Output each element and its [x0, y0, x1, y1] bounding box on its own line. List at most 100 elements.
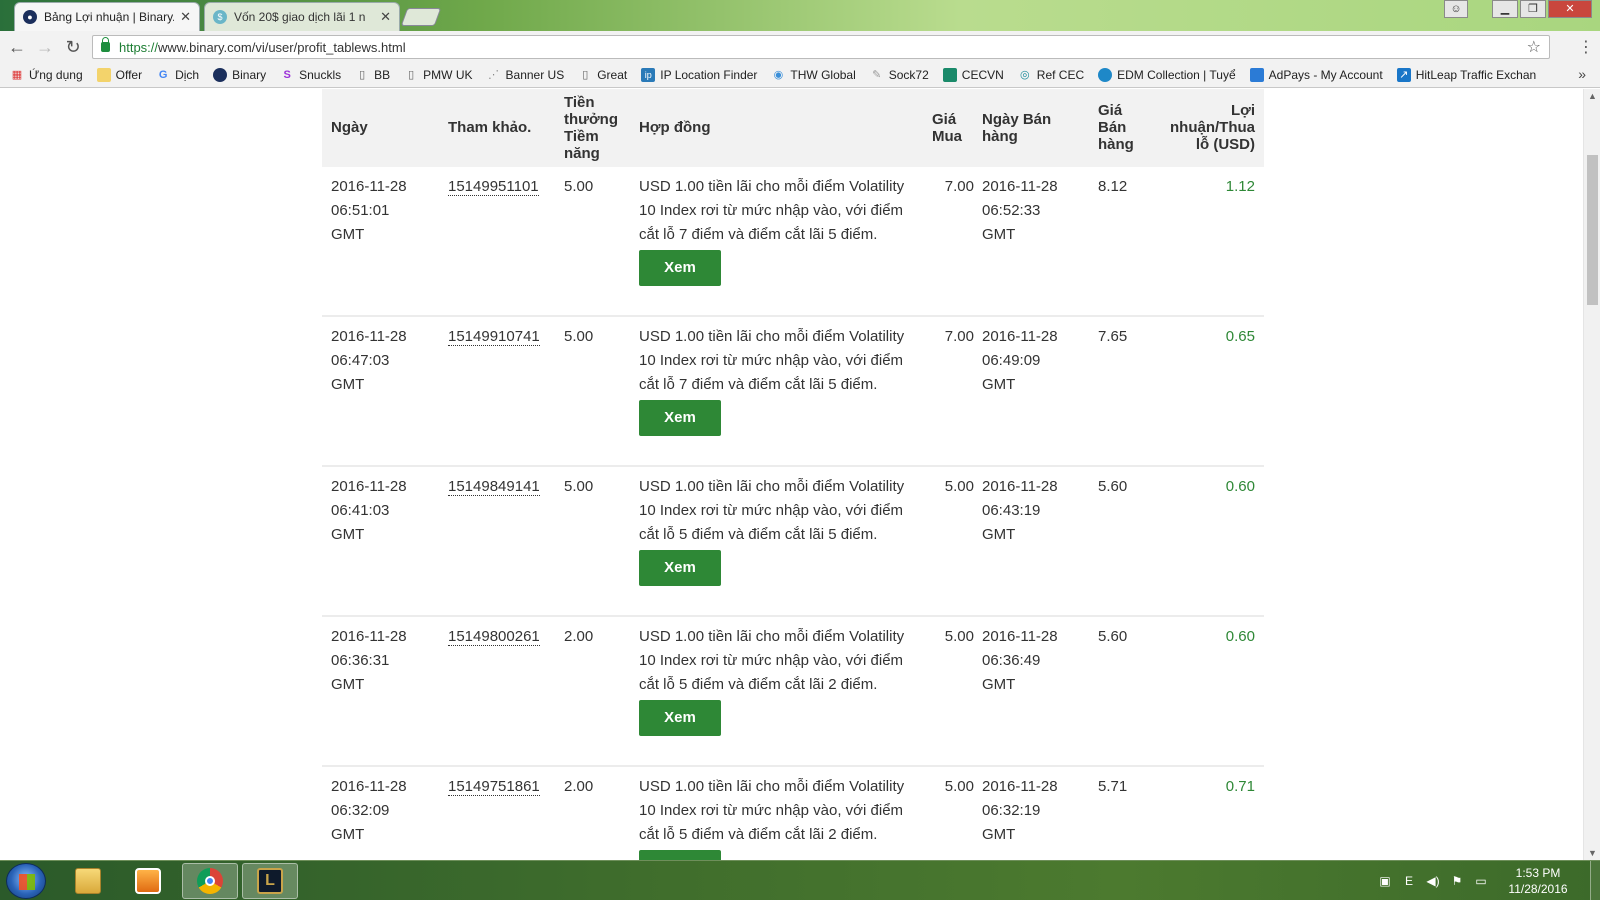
- ref-link[interactable]: 15149849141: [448, 478, 540, 496]
- google-icon: G: [158, 68, 168, 81]
- taskbar-item[interactable]: [60, 863, 116, 899]
- restore-icon[interactable]: ❐: [1520, 0, 1546, 18]
- banner-icon: ⋰: [488, 68, 500, 81]
- bookmark-label: CECVN: [961, 67, 1004, 82]
- taskbar-item[interactable]: L: [242, 863, 298, 899]
- bookmark-item[interactable]: G Dịch: [156, 68, 199, 82]
- ref-cell: 15149751861: [448, 775, 540, 799]
- bookmark-item[interactable]: ip IP Location Finder: [641, 67, 758, 82]
- close-tab-icon[interactable]: ✕: [180, 9, 191, 25]
- network-icon[interactable]: ▭: [1474, 874, 1488, 888]
- bookmark-item[interactable]: EDM Collection | Tuyể: [1098, 67, 1236, 82]
- action-center-flag-icon[interactable]: ⚑: [1450, 874, 1464, 888]
- forward-arrow-icon[interactable]: →: [34, 36, 56, 58]
- clock-date: 11/28/2016: [1508, 882, 1568, 896]
- bookmark-item[interactable]: ▯ BB: [355, 68, 390, 82]
- language-icon[interactable]: E: [1402, 874, 1416, 888]
- bookmark-item[interactable]: ▯ PMW UK: [404, 68, 472, 82]
- bookmark-label: IP Location Finder: [660, 67, 758, 82]
- table-row: 2016-11-28 06:47:03 GMT 15149910741 5.00…: [322, 317, 1264, 467]
- bookmark-label: Ref CEC: [1036, 67, 1085, 82]
- start-button[interactable]: [6, 863, 46, 899]
- bookmark-item[interactable]: ▦ Ứng dụng: [10, 68, 83, 82]
- view-button[interactable]: Xem: [639, 700, 721, 736]
- tab-von-20[interactable]: $ Vốn 20$ giao dịch lãi 1 n ✕: [204, 2, 400, 31]
- table-row: 2016-11-28 06:32:09 GMT 15149751861 2.00…: [322, 767, 1264, 860]
- bookmark-item[interactable]: CECVN: [942, 67, 1004, 82]
- buy-price-cell: 7.00: [944, 328, 974, 345]
- view-button[interactable]: Xem: [639, 850, 721, 860]
- timezone-text: GMT: [982, 826, 1016, 843]
- contract-cell: USD 1.00 tiền lãi cho mỗi điểm Volatilit…: [639, 175, 919, 286]
- bookmark-item[interactable]: S Snuckls: [280, 68, 341, 82]
- ref-link[interactable]: 15149800261: [448, 628, 540, 646]
- bookmark-label: HitLeap Traffic Exchan: [1415, 67, 1537, 82]
- view-button[interactable]: Xem: [639, 250, 721, 286]
- timezone-text: GMT: [331, 526, 365, 543]
- tab-strip: ● Bảng Lợi nhuận | Binary.c ✕ $ Vốn 20$ …: [0, 0, 1600, 31]
- bookmark-item[interactable]: ◎ Ref CEC: [1018, 68, 1084, 82]
- bookmark-item[interactable]: ⋰ Banner US: [487, 68, 564, 82]
- page-scrollbar[interactable]: ▲ ▼: [1583, 89, 1600, 860]
- binary-favicon-icon: ●: [23, 10, 37, 24]
- time-text: 06:51:01: [331, 202, 390, 219]
- bookmark-item[interactable]: ◉ THW Global: [771, 67, 856, 82]
- clock[interactable]: 1:53 PM 11/28/2016: [1498, 865, 1578, 897]
- bookmark-item[interactable]: AdPays - My Account: [1249, 67, 1383, 82]
- header-date: Ngày: [331, 119, 368, 136]
- sell-price-cell: 7.65: [1098, 328, 1128, 345]
- volume-icon[interactable]: ◀): [1426, 874, 1440, 888]
- network-adapter-icon[interactable]: ▣: [1378, 874, 1392, 888]
- view-button[interactable]: Xem: [639, 400, 721, 436]
- bookmark-label: THW Global: [790, 67, 856, 82]
- show-desktop-button[interactable]: [1590, 861, 1600, 900]
- sell-price-cell: 5.60: [1098, 478, 1128, 495]
- window-close-icon[interactable]: ✕: [1548, 0, 1592, 18]
- hitleap-icon: ↗: [1396, 67, 1411, 82]
- time-text: 06:36:31: [331, 652, 390, 669]
- header-contract: Hợp đồng: [639, 119, 711, 136]
- more-bookmarks-icon[interactable]: »: [1578, 66, 1586, 82]
- tab-title: Bảng Lợi nhuận | Binary.c: [44, 10, 175, 24]
- page-viewport: Ngày Tham khảo. Tiền thưởng Tiềm năng Hợ…: [0, 89, 1583, 860]
- purchase-date-cell: 2016-11-28 06:36:31 GMT: [331, 625, 441, 697]
- payout-cell: 2.00: [564, 778, 594, 795]
- taskbar-item[interactable]: [120, 863, 176, 899]
- reload-icon[interactable]: ↻: [62, 36, 84, 58]
- buy-price-cell: 7.00: [944, 178, 974, 195]
- address-bar[interactable]: https:// www.binary.com/vi/user/profit_t…: [92, 35, 1550, 59]
- bookmark-item[interactable]: Binary: [213, 67, 266, 82]
- cec-icon: [942, 67, 957, 82]
- ref-link[interactable]: 15149910741: [448, 328, 540, 346]
- thw-icon: ◉: [773, 68, 784, 81]
- bookmark-item[interactable]: ✎ Sock72: [870, 68, 929, 82]
- date-text: 2016-11-28: [331, 478, 407, 495]
- purchase-date-cell: 2016-11-28 06:51:01 GMT: [331, 175, 441, 247]
- browser-menu-icon[interactable]: ⋮: [1578, 37, 1594, 57]
- bookmark-label: Offer: [115, 67, 143, 82]
- header-ref: Tham khảo.: [448, 119, 532, 136]
- close-tab-icon[interactable]: ✕: [380, 9, 391, 25]
- bookmark-item[interactable]: ↗ HitLeap Traffic Exchan: [1396, 67, 1537, 82]
- new-tab-button[interactable]: [400, 8, 442, 26]
- bookmark-star-icon[interactable]: ☆: [1527, 37, 1541, 57]
- tab-profit-table[interactable]: ● Bảng Lợi nhuận | Binary.c ✕: [14, 2, 200, 31]
- bookmark-item[interactable]: Offer: [96, 67, 143, 82]
- payout-cell: 5.00: [564, 328, 594, 345]
- scroll-down-arrow-icon[interactable]: ▼: [1588, 848, 1597, 858]
- bookmark-item[interactable]: ▯ Great: [578, 68, 627, 82]
- payout-cell: 5.00: [564, 478, 594, 495]
- ref-link[interactable]: 15149951101: [448, 178, 539, 196]
- timezone-text: GMT: [982, 676, 1016, 693]
- back-arrow-icon[interactable]: ←: [6, 36, 28, 58]
- contract-cell: USD 1.00 tiền lãi cho mỗi điểm Volatilit…: [639, 775, 919, 860]
- time-text: 06:32:09: [331, 802, 390, 819]
- taskbar-item-active[interactable]: [182, 863, 238, 899]
- minimize-icon[interactable]: ▁: [1492, 0, 1518, 18]
- scrollbar-thumb[interactable]: [1587, 155, 1598, 305]
- user-profile-icon[interactable]: ☺: [1444, 0, 1468, 18]
- browser-toolbar: ← → ↻ https:// www.binary.com/vi/user/pr…: [0, 31, 1600, 62]
- ref-link[interactable]: 15149751861: [448, 778, 540, 796]
- scroll-up-arrow-icon[interactable]: ▲: [1588, 91, 1597, 101]
- view-button[interactable]: Xem: [639, 550, 721, 586]
